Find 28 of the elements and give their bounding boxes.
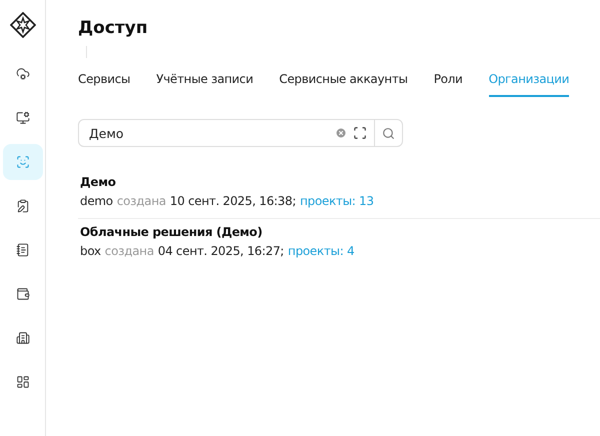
separator: ; (280, 244, 284, 258)
organization-name: Демо (80, 175, 117, 189)
created-label: создана (104, 244, 154, 258)
tab[interactable]: Сервисы (78, 66, 130, 97)
created-date: 04 сент. 2025, 16:27 (158, 244, 280, 258)
page-title: Доступ (78, 18, 149, 38)
organization-slug: box (80, 244, 101, 258)
created-date: 10 сент. 2025, 16:38 (170, 194, 292, 208)
tab[interactable]: Роли (434, 66, 463, 97)
monitor-icon (16, 111, 30, 125)
scan-icon[interactable] (353, 126, 367, 140)
separator: ; (292, 194, 296, 208)
tab[interactable]: Сервисные аккаунты (279, 66, 408, 97)
organization-name: Облачные решения (Демо) (80, 225, 264, 239)
building-icon (16, 331, 30, 345)
wallet-icon (16, 287, 30, 301)
cloud-icon (16, 67, 30, 81)
dashboard-icon (16, 375, 30, 389)
search-bar[interactable]: Демо (78, 119, 403, 147)
tab[interactable]: Учётные записи (156, 66, 254, 97)
clipboard-icon (16, 199, 30, 213)
clear-icon[interactable] (335, 127, 347, 139)
user-frame-icon (16, 155, 30, 169)
notebook-icon (16, 243, 30, 257)
search-icon (382, 126, 395, 140)
organization-slug: demo (80, 194, 113, 208)
logo-icon (10, 12, 36, 38)
created-label: создана (116, 194, 166, 208)
